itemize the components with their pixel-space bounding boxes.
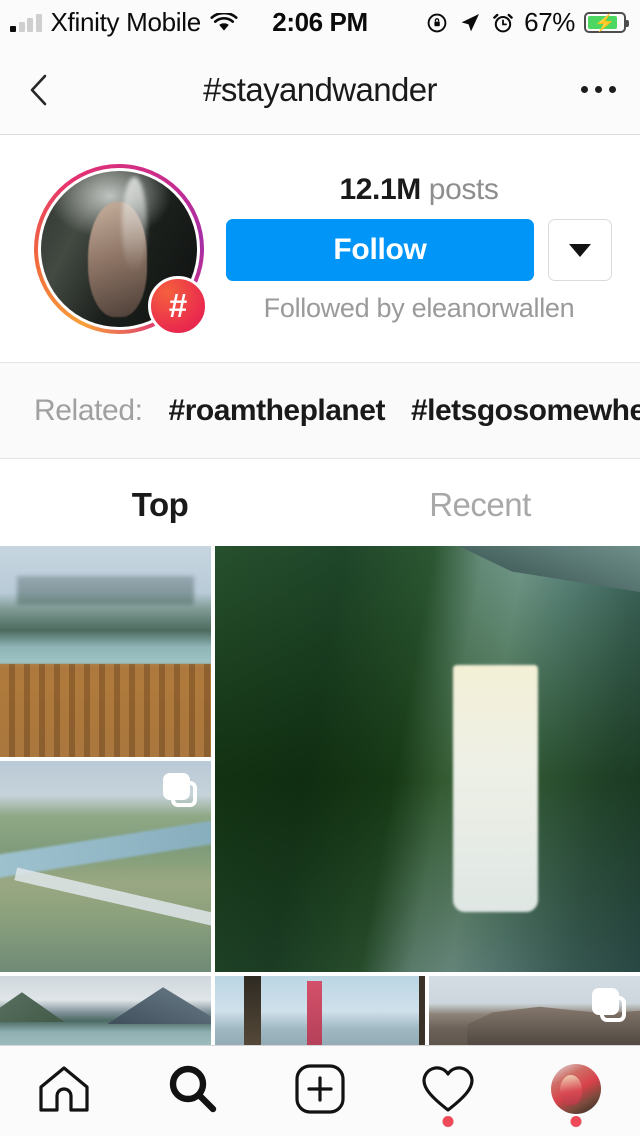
- rotation-lock-icon: [427, 13, 447, 32]
- wifi-icon: [210, 12, 238, 31]
- battery-icon: ⚡: [584, 12, 629, 33]
- related-label: Related:: [34, 393, 143, 427]
- related-hashtags-row[interactable]: Related: #roamtheplanet #letsgosomewhere: [0, 363, 640, 459]
- home-icon: [39, 1066, 89, 1112]
- tab-home[interactable]: [0, 1046, 128, 1136]
- carousel-icon: [592, 988, 627, 1022]
- carrier-label: Xfinity Mobile: [50, 7, 201, 37]
- profile-badge: [570, 1116, 582, 1127]
- grid-left-column: [0, 546, 211, 972]
- location-arrow-icon: [461, 13, 480, 31]
- charging-bolt-icon: ⚡: [594, 13, 616, 32]
- page-header: #stayandwander: [0, 45, 640, 135]
- instagram-hashtag-screen: Xfinity Mobile 2:06 PM 67% ⚡ #stayandwan…: [0, 0, 640, 1136]
- cellular-signal-icon: [10, 13, 42, 32]
- post-cliffs[interactable]: [429, 976, 640, 1045]
- follow-button[interactable]: Follow: [226, 219, 534, 281]
- action-button-row: Follow: [226, 219, 612, 281]
- tab-top[interactable]: Top: [0, 459, 320, 550]
- post-lake-dock[interactable]: [0, 546, 211, 757]
- status-bar-left: Xfinity Mobile: [10, 7, 238, 38]
- search-icon: [169, 1065, 217, 1113]
- hashtag-avatar[interactable]: #: [34, 163, 208, 336]
- tab-new-post[interactable]: [256, 1046, 384, 1136]
- tab-profile[interactable]: [512, 1046, 640, 1136]
- profile-details: 12.1M posts Follow Followed by eleanorwa…: [226, 173, 612, 324]
- follow-options-button[interactable]: [548, 219, 612, 281]
- tab-recent[interactable]: Recent: [320, 459, 640, 550]
- back-button[interactable]: [24, 68, 68, 112]
- battery-percentage: 67%: [524, 7, 575, 37]
- related-tag-1[interactable]: #letsgosomewhere: [411, 394, 640, 428]
- posts-count-line: 12.1M posts: [339, 173, 498, 207]
- activity-badge: [442, 1116, 454, 1127]
- tab-search[interactable]: [128, 1046, 256, 1136]
- grid-row-1: [0, 546, 640, 972]
- followed-by-label: Followed by eleanorwallen: [263, 293, 575, 323]
- post-grid: [0, 546, 640, 1045]
- related-tag-0[interactable]: #roamtheplanet: [169, 394, 386, 428]
- status-bar-right: 67% ⚡: [425, 7, 629, 38]
- post-waterfall[interactable]: [215, 546, 640, 972]
- content-tabs: Top Recent: [0, 459, 640, 551]
- alarm-clock-icon: [493, 13, 513, 32]
- post-aerial-river[interactable]: [0, 761, 211, 972]
- heart-icon: [422, 1066, 474, 1112]
- tab-activity[interactable]: [384, 1046, 512, 1136]
- status-bar: Xfinity Mobile 2:06 PM 67% ⚡: [0, 0, 640, 45]
- page-title: #stayandwander: [203, 70, 437, 108]
- back-chevron-icon: [30, 74, 47, 105]
- hashtag-profile-section: # 12.1M posts Follow Followed by eleanor…: [0, 135, 640, 363]
- post-mountain-lake[interactable]: [0, 976, 211, 1045]
- posts-count: 12.1M: [339, 173, 421, 206]
- chevron-down-icon: [569, 243, 591, 257]
- carousel-icon: [163, 773, 197, 807]
- posts-label: posts: [428, 173, 499, 206]
- grid-row-2: [0, 976, 640, 1045]
- more-options-icon: [581, 86, 588, 93]
- bottom-tab-bar: [0, 1045, 640, 1136]
- post-golden-gate[interactable]: [214, 976, 426, 1045]
- add-post-icon: [295, 1064, 345, 1114]
- more-options-button[interactable]: [562, 86, 616, 93]
- hashtag-badge-icon: #: [148, 275, 208, 336]
- profile-avatar-icon: [551, 1064, 601, 1114]
